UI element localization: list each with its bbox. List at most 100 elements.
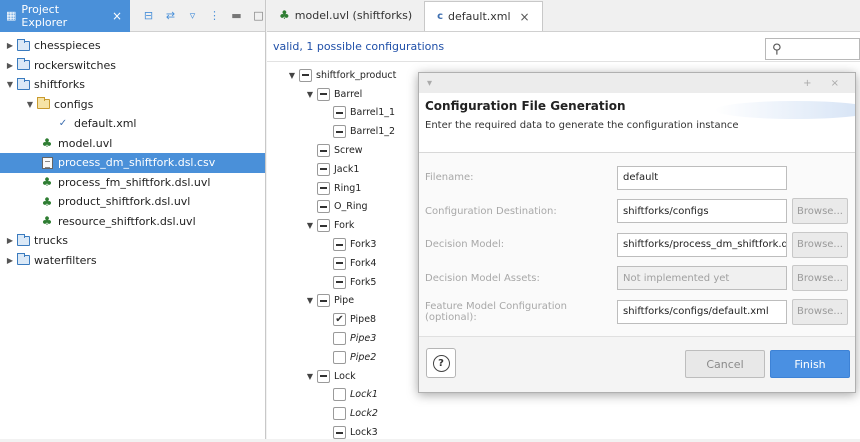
feature-row-lock2[interactable]: Lock2 — [273, 404, 860, 423]
tree-item-rockerswitches[interactable]: ▶ rockerswitches — [0, 56, 265, 76]
feature-checkbox[interactable] — [333, 426, 346, 440]
feature-label: shiftfork_product — [316, 69, 397, 81]
tab-model-uvl[interactable]: ♣ model.uvl (shiftforks) — [267, 0, 424, 31]
tree-item-shiftforks[interactable]: ▼ shiftforks — [0, 75, 265, 95]
chevron-down-icon[interactable]: ▼ — [4, 80, 16, 89]
close-icon[interactable]: × — [520, 10, 530, 24]
feature-label: Fork5 — [350, 276, 377, 288]
collapse-all-icon[interactable]: ⊟ — [142, 9, 155, 22]
decision-model-field[interactable]: shiftforks/process_dm_shiftfork.ds — [617, 232, 787, 257]
feature-checkbox[interactable] — [333, 238, 346, 252]
chevron-right-icon[interactable]: ▶ — [4, 256, 16, 265]
browse-destination-button[interactable]: Browse... — [792, 198, 848, 225]
configuration-status-text: valid, 1 possible configurations — [273, 40, 445, 53]
chevron-right-icon[interactable]: ▶ — [4, 41, 16, 50]
dialog-title-bar: ▾ + × — [419, 73, 855, 93]
browse-decision-model-button[interactable]: Browse... — [792, 231, 848, 258]
feature-checkbox[interactable] — [317, 87, 330, 101]
dialog-banner: Configuration File Generation Enter the … — [419, 93, 855, 153]
minimize-icon[interactable]: ▬ — [230, 9, 243, 22]
chevron-down-icon[interactable]: ▼ — [303, 296, 317, 305]
feature-label: Fork4 — [350, 257, 377, 269]
feature-checkbox[interactable] — [299, 68, 312, 82]
maximize-icon[interactable]: □ — [252, 9, 265, 22]
dialog-form: Filename: default Configuration Destinat… — [419, 153, 855, 329]
tree-item-product-uvl[interactable]: ♣ product_shiftfork.dsl.uvl — [0, 192, 265, 212]
feature-model-configuration-label: Feature Model Configuration (optional): — [425, 300, 567, 323]
feature-label: Lock1 — [350, 389, 378, 401]
chevron-down-icon[interactable]: ▼ — [285, 71, 299, 80]
tree-item-trucks[interactable]: ▶ trucks — [0, 231, 265, 251]
tab-label: model.uvl (shiftforks) — [294, 8, 413, 22]
chevron-down-icon[interactable]: ▼ — [303, 372, 317, 381]
feature-row-lock3[interactable]: Lock3 — [273, 423, 860, 442]
chevron-right-icon[interactable]: ▶ — [4, 61, 16, 70]
checkmark-icon[interactable]: ✔ — [333, 313, 346, 327]
feature-checkbox[interactable] — [317, 200, 330, 214]
folder-icon — [16, 58, 30, 71]
help-button[interactable]: ? — [426, 348, 456, 378]
cancel-button[interactable]: Cancel — [685, 350, 765, 378]
feature-label: Pipe8 — [350, 314, 377, 326]
view-menu-icon[interactable]: ⋮ — [208, 9, 221, 22]
feature-checkbox[interactable] — [317, 294, 330, 308]
tree-item-label: process_fm_shiftfork.dsl.uvl — [58, 175, 211, 189]
feature-model-configuration-field[interactable]: shiftforks/configs/default.xml — [617, 299, 787, 324]
tree-item-label: chesspieces — [34, 39, 101, 53]
chevron-down-icon[interactable]: ▼ — [24, 100, 36, 109]
feature-checkbox[interactable] — [333, 106, 346, 120]
chevron-right-icon[interactable]: ▶ — [4, 236, 16, 245]
feature-label: Lock3 — [350, 427, 378, 439]
filename-field[interactable]: default — [617, 165, 787, 190]
feature-label: Screw — [334, 145, 363, 157]
chevron-down-icon[interactable]: ▼ — [303, 90, 317, 99]
tree-item-chesspieces[interactable]: ▶ chesspieces — [0, 36, 265, 56]
window-menu-icon[interactable]: ▾ — [427, 78, 432, 89]
tree-item-label: resource_shiftfork.dsl.uvl — [58, 214, 196, 228]
project-explorer-panel: ▦ Project Explorer × ⊟ ⇄ ▿ ⋮ ▬ □ ▶ chess… — [0, 0, 266, 439]
tab-default-xml[interactable]: c default.xml × — [424, 1, 543, 31]
finish-button[interactable]: Finish — [770, 350, 850, 378]
search-icon: ⚲ — [772, 41, 782, 57]
search-input[interactable]: ⚲ — [765, 38, 860, 60]
chevron-down-icon[interactable]: ▼ — [303, 221, 317, 230]
feature-model-icon: ♣ — [41, 214, 53, 229]
feature-model-icon: ♣ — [41, 175, 53, 190]
tree-item-waterfilters[interactable]: ▶ waterfilters — [0, 251, 265, 271]
feature-checkbox[interactable] — [317, 181, 330, 195]
feature-checkbox[interactable] — [333, 350, 346, 364]
tree-item-process-dm-csv[interactable]: process_dm_shiftfork.dsl.csv — [0, 153, 265, 173]
feature-model-icon: ♣ — [279, 8, 290, 22]
tree-item-model-uvl[interactable]: ♣ model.uvl — [0, 134, 265, 154]
configuration-destination-field[interactable]: shiftforks/configs — [617, 199, 787, 224]
feature-label: Pipe — [334, 295, 355, 307]
browse-feature-model-button[interactable]: Browse... — [792, 298, 848, 325]
filter-icon[interactable]: ▿ — [186, 9, 199, 22]
close-icon[interactable]: × — [112, 9, 122, 23]
tree-item-default-xml[interactable]: ✓ default.xml — [0, 114, 265, 134]
tree-item-configs[interactable]: ▼ configs — [0, 95, 265, 115]
feature-checkbox[interactable] — [333, 388, 346, 402]
feature-checkbox[interactable] — [317, 144, 330, 158]
feature-label: O_Ring — [334, 201, 368, 213]
tree-item-resource-uvl[interactable]: ♣ resource_shiftfork.dsl.uvl — [0, 212, 265, 232]
feature-checkbox[interactable] — [317, 219, 330, 233]
feature-checkbox[interactable] — [333, 125, 346, 139]
feature-checkbox[interactable] — [333, 256, 346, 270]
tree-item-process-fm-uvl[interactable]: ♣ process_fm_shiftfork.dsl.uvl — [0, 173, 265, 193]
window-controls[interactable]: + × — [803, 78, 847, 89]
tab-project-explorer[interactable]: ▦ Project Explorer × — [0, 0, 130, 32]
feature-label: Lock2 — [350, 408, 378, 420]
tree-item-label: waterfilters — [34, 253, 97, 267]
feature-checkbox[interactable] — [333, 275, 346, 289]
configuration-destination-row: Configuration Destination: shiftforks/co… — [425, 195, 849, 229]
project-tree: ▶ chesspieces ▶ rockerswitches ▼ shiftfo… — [0, 32, 265, 270]
decision-model-assets-field: Not implemented yet — [617, 266, 787, 291]
feature-checkbox[interactable] — [333, 407, 346, 421]
csv-file-icon — [40, 156, 54, 169]
link-with-editor-icon[interactable]: ⇄ — [164, 9, 177, 22]
feature-checkbox[interactable] — [317, 369, 330, 383]
feature-label: Barrel — [334, 88, 363, 100]
feature-checkbox[interactable] — [317, 162, 330, 176]
feature-checkbox[interactable] — [333, 332, 346, 346]
